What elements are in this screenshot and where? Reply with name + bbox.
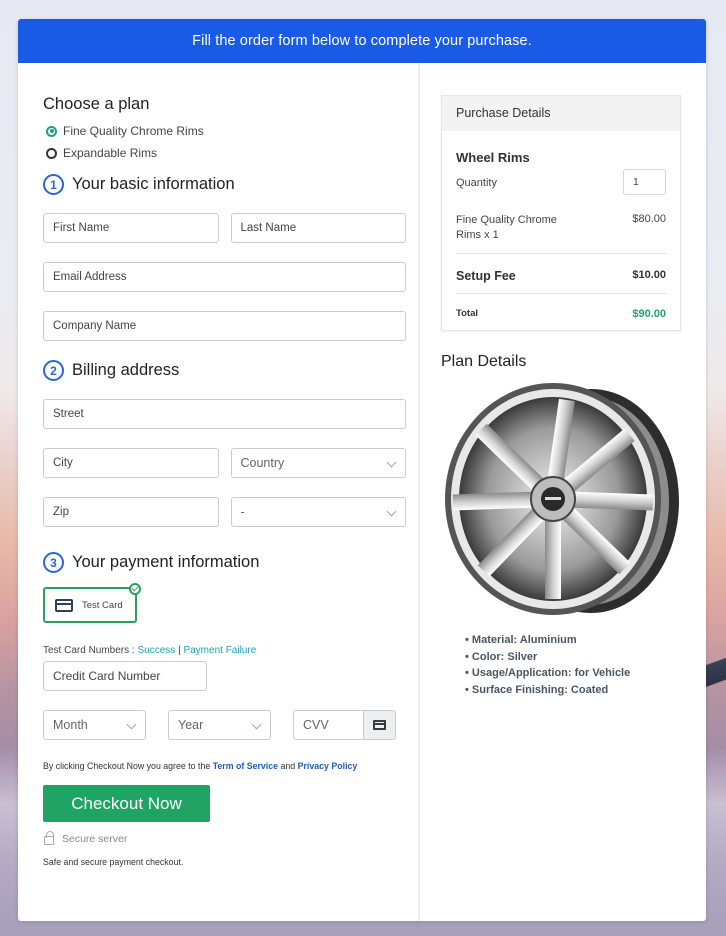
- checkout-now-button[interactable]: Checkout Now: [43, 785, 210, 822]
- city-input[interactable]: City: [43, 448, 219, 478]
- privacy-link[interactable]: Privacy Policy: [298, 761, 358, 771]
- radio-selected-icon[interactable]: [46, 125, 57, 137]
- plan-specs-list: Material: Aluminium Color: Silver Usage/…: [465, 632, 681, 698]
- last-name-input[interactable]: Last Name: [230, 213, 406, 243]
- chevron-down-icon: [386, 506, 397, 517]
- plan-option-expandable-rims[interactable]: Expandable Rims: [43, 146, 406, 160]
- setup-fee-amount: $10.00: [632, 269, 666, 281]
- step-title: Your basic information: [72, 175, 235, 193]
- spec-item: Color: Silver: [465, 649, 681, 666]
- plan-option-chrome-rims[interactable]: Fine Quality Chrome Rims: [43, 124, 406, 138]
- payment-method-test-card[interactable]: Test Card: [43, 583, 141, 623]
- check-circle-icon: [129, 583, 141, 595]
- secure-label: Secure server: [62, 832, 128, 845]
- basic-info-heading: 1 Your basic information: [43, 174, 406, 195]
- wheel-logo: [545, 497, 561, 500]
- placeholder: CVV: [303, 718, 329, 732]
- chevron-down-icon: [126, 719, 137, 730]
- cvv-input[interactable]: CVV: [293, 710, 364, 740]
- placeholder: First Name: [53, 222, 110, 234]
- card-number-input[interactable]: Credit Card Number: [43, 661, 207, 691]
- radio-unselected-icon[interactable]: [46, 147, 57, 159]
- total-amount: $90.00: [632, 308, 666, 320]
- selected-value: -: [240, 505, 245, 519]
- month-select[interactable]: Month: [43, 710, 146, 740]
- placeholder: Company Name: [53, 320, 137, 332]
- line-item-amount: $80.00: [632, 213, 666, 225]
- cvv-card-button[interactable]: [364, 710, 396, 740]
- product-name: Wheel Rims: [456, 150, 530, 165]
- selected-value: Country: [240, 456, 285, 470]
- placeholder: Street: [53, 408, 84, 420]
- wheel-rim-image: [445, 383, 679, 615]
- agreement-and: and: [280, 761, 296, 771]
- placeholder: Credit Card Number: [53, 669, 161, 683]
- placeholder: Email Address: [53, 271, 127, 283]
- spoke: [452, 491, 544, 511]
- line-item-label: Fine Quality Chrome Rims x 1: [456, 214, 557, 241]
- order-form: Choose a plan Fine Quality Chrome Rims E…: [18, 63, 420, 921]
- spec-item: Surface Finishing: Coated: [465, 682, 681, 699]
- payment-method-label: Test Card: [82, 599, 123, 611]
- spoke: [562, 491, 654, 511]
- street-input[interactable]: Street: [43, 399, 406, 429]
- credit-card-icon: [373, 720, 386, 730]
- first-name-input[interactable]: First Name: [43, 213, 219, 243]
- placeholder: Last Name: [240, 222, 297, 234]
- email-input[interactable]: Email Address: [43, 262, 406, 292]
- lock-icon: [44, 831, 54, 845]
- step-number-2: 2: [43, 360, 64, 381]
- placeholder: Zip: [53, 506, 69, 518]
- plan-details-title: Plan Details: [441, 353, 527, 370]
- spoke: [545, 509, 561, 599]
- order-summary: Purchase Details Wheel Rims Quantity 1 F…: [420, 63, 706, 921]
- success-link[interactable]: Success: [137, 645, 175, 656]
- payment-failure-link[interactable]: Payment Failure: [183, 645, 256, 656]
- quantity-label: Quantity: [456, 177, 497, 189]
- year-select[interactable]: Year: [168, 710, 271, 740]
- step-title: Billing address: [72, 361, 180, 379]
- step-number-1: 1: [43, 174, 64, 195]
- spec-item: Usage/Application: for Vehicle: [465, 665, 681, 682]
- state-select[interactable]: -: [230, 497, 406, 527]
- order-form-card: Fill the order form below to complete yo…: [18, 19, 706, 921]
- plan-option-label: Fine Quality Chrome Rims: [63, 124, 204, 138]
- payment-heading: 3 Your payment information: [43, 552, 406, 573]
- credit-card-icon: [55, 598, 73, 612]
- total-label: Total: [456, 308, 478, 319]
- test-numbers-label: Test Card Numbers :: [43, 645, 135, 656]
- setup-fee-label: Setup Fee: [456, 269, 516, 283]
- chevron-down-icon: [251, 719, 262, 730]
- test-card-numbers: Test Card Numbers : Success | Payment Fa…: [43, 645, 406, 656]
- purchase-details-title: Purchase Details: [442, 96, 680, 131]
- separator: |: [178, 645, 181, 656]
- header-banner: Fill the order form below to complete yo…: [18, 19, 706, 63]
- selected-value: Year: [178, 718, 204, 732]
- country-select[interactable]: Country: [230, 448, 406, 478]
- selected-value: Month: [53, 718, 88, 732]
- placeholder: City: [53, 457, 73, 469]
- zip-input[interactable]: Zip: [43, 497, 219, 527]
- agreement-prefix: By clicking Checkout Now you agree to th…: [43, 761, 211, 771]
- plan-option-label: Expandable Rims: [63, 146, 158, 160]
- step-title: Your payment information: [72, 553, 260, 571]
- spec-item: Material: Aluminium: [465, 632, 681, 649]
- choose-plan-title: Choose a plan: [43, 95, 150, 113]
- safe-checkout-text: Safe and secure payment checkout.: [43, 857, 184, 867]
- purchase-details-panel: Purchase Details Wheel Rims Quantity 1 F…: [441, 95, 681, 331]
- step-number-3: 3: [43, 552, 64, 573]
- billing-heading: 2 Billing address: [43, 360, 406, 381]
- company-input[interactable]: Company Name: [43, 311, 406, 341]
- agreement-text: By clicking Checkout Now you agree to th…: [43, 761, 406, 771]
- secure-server: Secure server: [43, 831, 406, 845]
- chevron-down-icon: [386, 457, 397, 468]
- quantity-input[interactable]: 1: [623, 169, 666, 195]
- terms-link[interactable]: Term of Service: [213, 761, 278, 771]
